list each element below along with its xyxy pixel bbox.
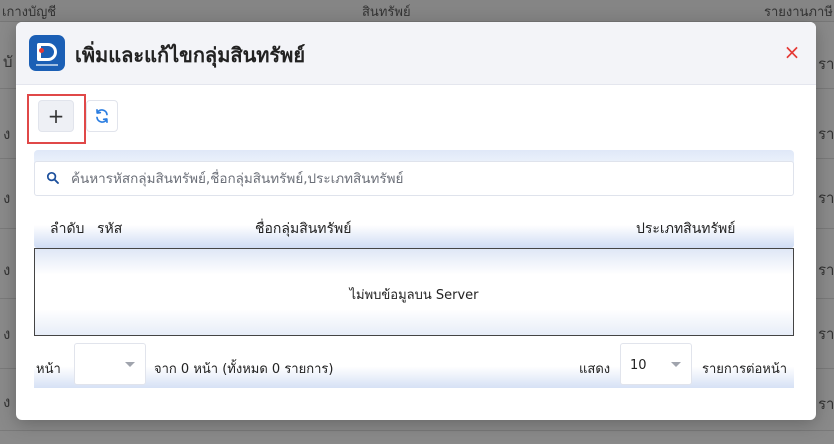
page-size-select[interactable]: 10 <box>620 343 692 385</box>
refresh-button[interactable] <box>86 100 118 132</box>
table-body: ไม่พบข้อมูลบน Server <box>34 248 794 336</box>
empty-message: ไม่พบข้อมูลบน Server <box>349 288 479 303</box>
background-cell: ง <box>3 189 11 207</box>
asset-group-modal: เพิ่มและแก้ไขกลุ่มสินทรัพย์ × + ลำดับ รห… <box>16 22 816 420</box>
page-select[interactable] <box>74 343 146 385</box>
background-cell: ง <box>3 325 11 343</box>
table-header: ลำดับ รหัส ชื่อกลุ่มสินทรัพย์ ประเภทสินท… <box>34 206 794 248</box>
chevron-down-icon <box>671 362 681 367</box>
show-label: แสดง <box>579 362 611 377</box>
search-icon <box>46 171 59 184</box>
background-column-label: สินทรัพย์ <box>362 5 411 20</box>
background-cell: ราย <box>818 261 834 279</box>
background-row-divider <box>0 430 834 431</box>
background-cell: ราย <box>818 189 834 207</box>
background-cell: รา <box>818 55 834 73</box>
refresh-icon <box>96 108 108 124</box>
background-cell: ราย <box>818 395 834 413</box>
background-column-label: เกางบัญชี <box>2 5 57 20</box>
add-button[interactable]: + <box>38 100 74 132</box>
background-header: เกางบัญชี สินทรัพย์ รายงานภาษี <box>0 0 834 22</box>
column-header-order[interactable]: ลำดับ <box>50 218 84 240</box>
modal-title: เพิ่มและแก้ไขกลุ่มสินทรัพย์ <box>75 43 306 67</box>
pager: หน้า จาก 0 หน้า (ทั้งหมด 0 รายการ) แสดง … <box>34 340 794 388</box>
search-input[interactable] <box>71 168 771 190</box>
background-cell: ง <box>3 393 11 411</box>
background-cell: ราย <box>818 325 834 343</box>
app-logo-icon <box>29 35 65 71</box>
page-summary: จาก 0 หน้า (ทั้งหมด 0 รายการ) <box>154 362 334 377</box>
chevron-down-icon <box>125 362 135 367</box>
column-header-asset-type[interactable]: ประเภทสินทรัพย์ <box>636 218 735 240</box>
modal-header: เพิ่มและแก้ไขกลุ่มสินทรัพย์ × <box>16 22 816 85</box>
column-header-group-name[interactable]: ชื่อกลุ่มสินทรัพย์ <box>255 218 352 240</box>
column-header-code[interactable]: รหัส <box>97 218 122 240</box>
background-cell: ราย <box>818 125 834 143</box>
page-size-value: 10 <box>630 358 647 373</box>
page-label: หน้า <box>36 362 61 377</box>
background-cell: ง <box>3 261 11 279</box>
close-icon[interactable]: × <box>782 42 802 62</box>
background-column-label: รายงานภาษี <box>764 5 833 20</box>
background-cell: ง <box>3 125 11 143</box>
per-page-label: รายการต่อหน้า <box>702 362 788 377</box>
search-box[interactable] <box>34 161 794 196</box>
background-cell: บั <box>3 53 13 71</box>
